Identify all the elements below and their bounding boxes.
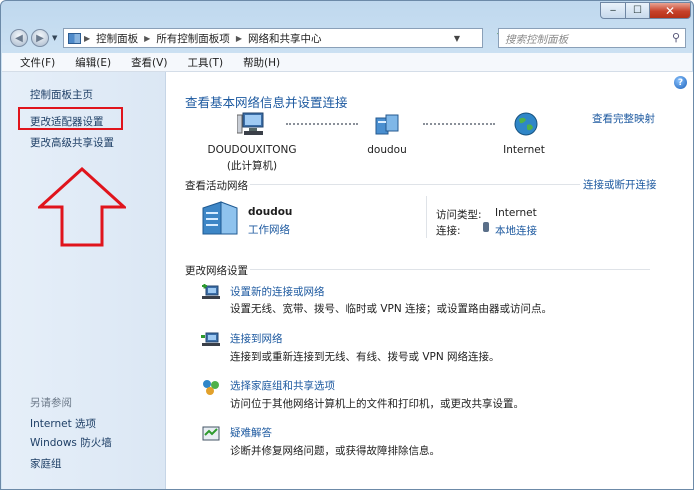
task-homegroup-link[interactable]: 选择家庭组和共享选项 bbox=[230, 378, 335, 393]
internet-label: Internet bbox=[503, 144, 545, 156]
search-input[interactable]: 搜索控制面板 ⚲ bbox=[498, 28, 686, 48]
network-icon[interactable] bbox=[373, 112, 401, 138]
back-arrow-icon: ◀ bbox=[15, 32, 23, 44]
breadcrumb-all-items[interactable]: 所有控制面板项 bbox=[156, 31, 230, 46]
connect-network-icon bbox=[201, 332, 220, 346]
address-dropdown-icon[interactable]: ▼ bbox=[454, 34, 460, 43]
window: ‒ ☐ ✕ ◀ ▶ ▼ ▶ 控制面板 ▶ 所有控制面板项 ▶ 网络和共享中心 ▼… bbox=[0, 0, 694, 490]
task-troubleshoot-link[interactable]: 疑难解答 bbox=[230, 425, 272, 440]
access-type-label: 访问类型: bbox=[436, 209, 482, 221]
search-placeholder: 搜索控制面板 bbox=[505, 34, 568, 46]
new-connection-icon bbox=[202, 284, 220, 299]
breadcrumb-separator[interactable]: ▶ bbox=[144, 34, 150, 43]
forward-button[interactable]: ▶ bbox=[31, 29, 49, 47]
maximize-button[interactable]: ☐ bbox=[625, 2, 650, 19]
troubleshoot-icon bbox=[202, 426, 220, 441]
recent-pages-dropdown[interactable]: ▼ bbox=[52, 34, 57, 42]
sidebar-item-internet-options[interactable]: Internet 选项 bbox=[30, 416, 96, 431]
back-button[interactable]: ◀ bbox=[10, 29, 28, 47]
sidebar-item-homegroup[interactable]: 家庭组 bbox=[30, 456, 62, 471]
breadcrumb-separator[interactable]: ▶ bbox=[236, 34, 242, 43]
menu-help[interactable]: 帮助(H) bbox=[243, 55, 280, 70]
network-type-link[interactable]: 工作网络 bbox=[248, 222, 290, 237]
task-connect-network-desc: 连接到或重新连接到无线、有线、拨号或 VPN 网络连接。 bbox=[230, 351, 500, 363]
computer-name: DOUDOUXITONG bbox=[207, 144, 297, 156]
task-setup-connection-desc: 设置无线、宽带、拨号、临时或 VPN 连接；或设置路由器或访问点。 bbox=[230, 303, 553, 315]
sidebar-item-advanced-sharing[interactable]: 更改高级共享设置 bbox=[30, 135, 114, 150]
divider bbox=[426, 196, 427, 238]
breadcrumb-network-center[interactable]: 网络和共享中心 bbox=[248, 31, 322, 46]
view-full-map-link[interactable]: 查看完整映射 bbox=[592, 111, 655, 126]
task-troubleshoot-desc: 诊断并修复网络问题，或获得故障排除信息。 bbox=[230, 445, 440, 457]
globe-icon[interactable] bbox=[513, 111, 539, 137]
homegroup-icon bbox=[203, 380, 219, 395]
up-arrow-annotation bbox=[38, 167, 126, 247]
access-type-value: Internet bbox=[495, 207, 537, 219]
forward-arrow-icon: ▶ bbox=[36, 32, 44, 44]
task-setup-connection-link[interactable]: 设置新的连接或网络 bbox=[230, 284, 325, 299]
connect-disconnect-link[interactable]: 连接或断开连接 bbox=[583, 177, 657, 192]
highlight-box bbox=[18, 107, 123, 130]
menu-bar: 文件(F) 编辑(E) 查看(V) 工具(T) 帮助(H) bbox=[2, 53, 692, 72]
minimize-button[interactable]: ‒ bbox=[600, 2, 626, 19]
menu-file[interactable]: 文件(F) bbox=[20, 55, 55, 70]
address-bar[interactable]: ▶ 控制面板 ▶ 所有控制面板项 ▶ 网络和共享中心 ▼ bbox=[63, 28, 483, 48]
connection-label: 连接: bbox=[436, 225, 461, 237]
connection-line bbox=[286, 123, 358, 125]
control-panel-icon bbox=[68, 32, 81, 44]
search-icon[interactable]: ⚲ bbox=[672, 31, 680, 44]
network-name: doudou bbox=[367, 144, 407, 156]
network-building-icon bbox=[202, 201, 238, 235]
help-icon[interactable]: ? bbox=[674, 76, 687, 89]
computer-sublabel: (此计算机) bbox=[226, 160, 278, 172]
task-homegroup-desc: 访问位于其他网络计算机上的文件和打印机，或更改共享设置。 bbox=[230, 398, 524, 410]
breadcrumb-control-panel[interactable]: 控制面板 bbox=[96, 31, 138, 46]
computer-icon[interactable] bbox=[237, 111, 267, 137]
sidebar-item-control-panel-home[interactable]: 控制面板主页 bbox=[30, 87, 93, 102]
active-network-name: doudou bbox=[248, 206, 293, 218]
change-settings-heading: 更改网络设置 bbox=[185, 265, 248, 277]
local-connection-link[interactable]: 本地连接 bbox=[495, 223, 537, 238]
menu-tools[interactable]: 工具(T) bbox=[187, 55, 223, 70]
connection-line bbox=[423, 123, 495, 125]
page-title: 查看基本网络信息并设置连接 bbox=[185, 95, 348, 110]
active-networks-heading: 查看活动网络 bbox=[185, 180, 248, 192]
divider bbox=[250, 184, 580, 185]
task-connect-network-link[interactable]: 连接到网络 bbox=[230, 331, 283, 346]
ethernet-icon bbox=[483, 222, 489, 232]
close-button[interactable]: ✕ bbox=[649, 2, 691, 19]
divider bbox=[250, 269, 650, 270]
menu-edit[interactable]: 编辑(E) bbox=[75, 55, 111, 70]
sidebar-item-windows-firewall[interactable]: Windows 防火墙 bbox=[30, 435, 112, 450]
menu-view[interactable]: 查看(V) bbox=[131, 55, 167, 70]
see-also-heading: 另请参阅 bbox=[30, 397, 72, 409]
breadcrumb-separator[interactable]: ▶ bbox=[84, 34, 90, 43]
